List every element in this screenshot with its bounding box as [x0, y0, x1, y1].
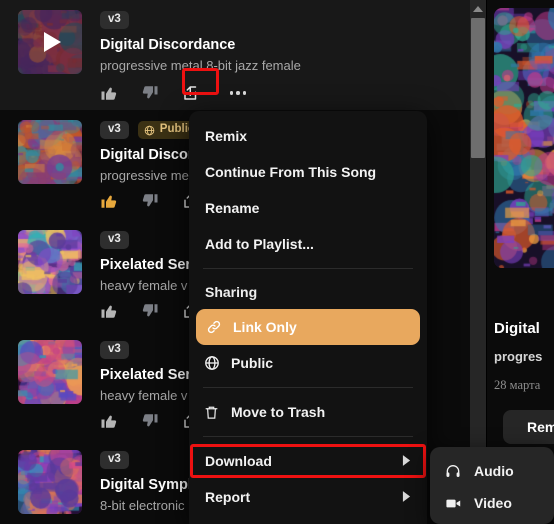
thumbnail-art — [18, 120, 82, 184]
submenu-item-label: Video — [474, 495, 512, 511]
detail-song-style: progres — [494, 349, 543, 364]
thumbs-down-icon[interactable] — [141, 84, 159, 102]
list-scrollbar[interactable] — [470, 0, 486, 524]
menu-item-report[interactable]: Report — [189, 479, 427, 515]
menu-item-label: Download — [205, 453, 272, 469]
play-icon — [44, 32, 61, 52]
chevron-right-icon — [402, 453, 411, 469]
menu-separator — [203, 436, 413, 437]
thumbnail-art — [18, 230, 82, 294]
thumbs-up-icon[interactable] — [100, 84, 118, 102]
thumbs-up-icon[interactable] — [100, 302, 118, 320]
submenu-item-video[interactable]: Video — [430, 487, 554, 519]
menu-item-continue-from-this-song[interactable]: Continue From This Song — [189, 154, 427, 190]
detail-artwork-image — [494, 8, 554, 268]
menu-item-link-only[interactable]: Link Only — [196, 309, 420, 345]
thumbs-down-icon[interactable] — [141, 192, 159, 210]
more-options-icon — [229, 91, 247, 95]
submenu-item-audio[interactable]: Audio — [430, 455, 554, 487]
menu-item-label: Add to Playlist... — [205, 236, 314, 252]
version-badge: v3 — [100, 121, 129, 139]
download-submenu[interactable]: Audio Video — [430, 447, 554, 524]
thumbnail-art — [18, 340, 82, 404]
version-badge: v3 — [100, 231, 129, 249]
submenu-item-label: Audio — [474, 463, 514, 479]
share-icon[interactable] — [182, 84, 200, 102]
headphones-icon — [444, 462, 462, 480]
song-style: progressive metal 8-bit jazz female — [100, 58, 301, 73]
song-title[interactable]: Digital Discordance — [100, 37, 470, 53]
menu-item-label: Report — [205, 489, 251, 505]
song-thumbnail[interactable] — [18, 450, 82, 514]
menu-item-move-to-trash[interactable]: Move to Trash — [189, 394, 427, 430]
video-camera-icon — [444, 494, 462, 512]
song-context-menu[interactable]: Remix Continue From This Song Rename Add… — [189, 111, 427, 524]
song-thumbnail[interactable] — [18, 340, 82, 404]
menu-item-label: Move to Trash — [231, 404, 326, 420]
menu-separator — [203, 387, 413, 388]
song-detail-panel: Digital progres 28 марта Remix z n — [487, 0, 554, 524]
more-options-button[interactable] — [223, 82, 253, 104]
menu-separator — [203, 268, 413, 269]
globe-icon — [144, 125, 155, 135]
song-thumbnail[interactable] — [18, 230, 82, 294]
menu-item-label: Rename — [205, 200, 260, 216]
chevron-right-icon — [402, 489, 411, 505]
thumbs-up-icon[interactable] — [100, 192, 118, 210]
version-badge: v3 — [100, 341, 129, 359]
play-button[interactable] — [18, 10, 82, 74]
scroll-up-arrow-icon[interactable] — [470, 2, 486, 16]
menu-section-sharing: Sharing — [205, 284, 258, 300]
menu-item-rename[interactable]: Rename — [189, 190, 427, 226]
menu-item-label: Public — [231, 355, 274, 371]
menu-item-download[interactable]: Download — [189, 443, 427, 479]
menu-item-label: Link Only — [233, 319, 297, 335]
thumbs-up-icon[interactable] — [100, 412, 118, 430]
thumbnail-art — [18, 450, 82, 514]
menu-item-add-to-playlist[interactable]: Add to Playlist... — [189, 226, 427, 262]
menu-item-public[interactable]: Public — [189, 345, 427, 381]
menu-item-label: Continue From This Song — [205, 164, 377, 180]
song-thumbnail[interactable] — [18, 120, 82, 184]
globe-icon — [203, 355, 220, 372]
link-icon — [205, 319, 222, 336]
trash-icon — [203, 404, 220, 421]
detail-artwork[interactable] — [494, 8, 554, 268]
version-badge: v3 — [100, 11, 129, 29]
song-row[interactable]: v3 Digital Discordance progressive metal… — [0, 0, 470, 110]
menu-item-label: Remix — [205, 128, 248, 144]
menu-item-remix[interactable]: Remix — [189, 118, 427, 154]
detail-song-title: Digital — [494, 320, 540, 337]
detail-song-date: 28 марта — [494, 378, 541, 392]
scrollbar-thumb[interactable] — [471, 18, 485, 158]
song-thumbnail[interactable] — [18, 10, 82, 74]
detail-remix-button[interactable]: Remix — [503, 410, 554, 444]
thumbs-down-icon[interactable] — [141, 302, 159, 320]
version-badge: v3 — [100, 451, 129, 469]
thumbs-down-icon[interactable] — [141, 412, 159, 430]
